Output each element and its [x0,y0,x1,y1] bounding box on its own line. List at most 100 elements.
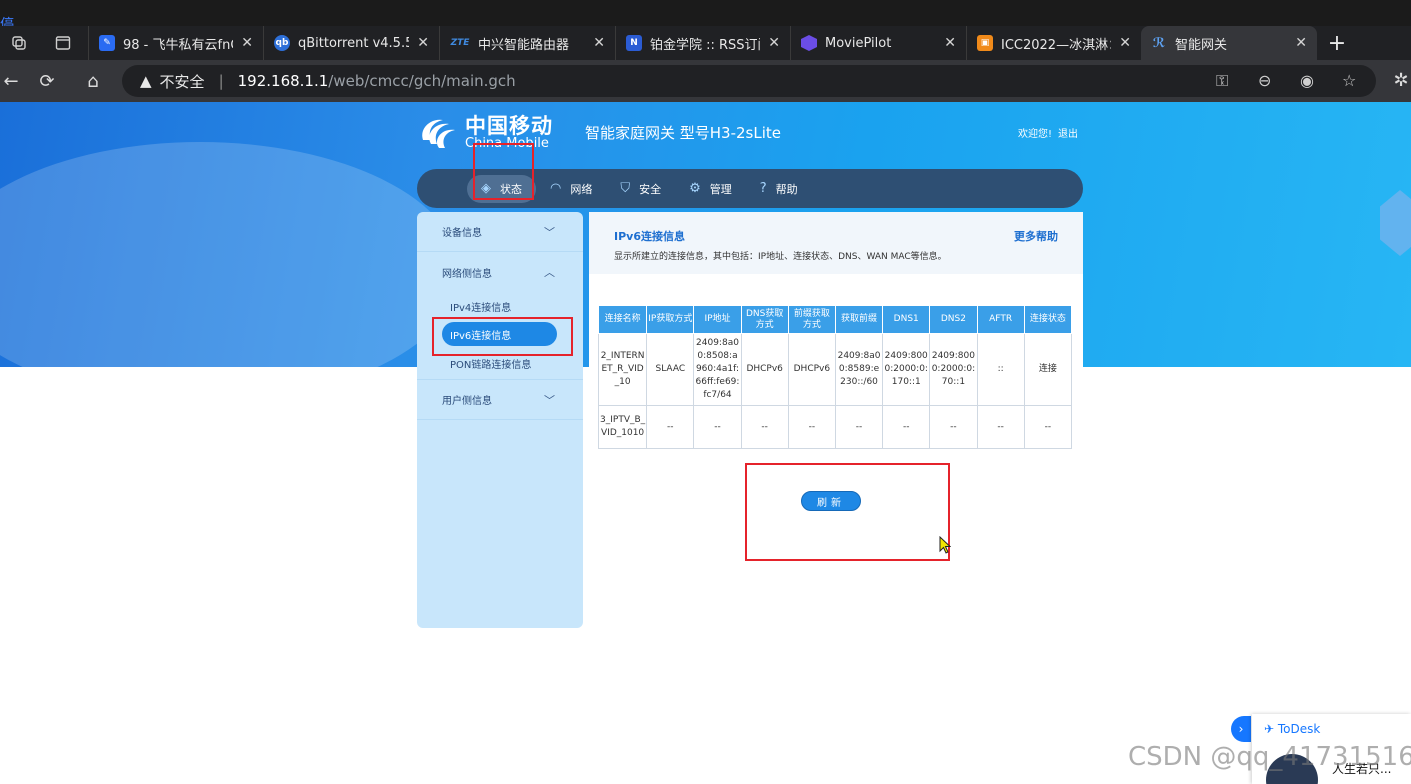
table-cell: 2409:8000:2000:0:70::1 [929,333,978,406]
sidebar: 设备信息 ﹀ 网络侧信息 ︿ IPv4连接信息 IPv6连接信息 PON链路连接… [417,212,583,628]
watermark: CSDN @qq_41731516 [1128,742,1411,772]
browser-tab[interactable]: ▣ ICC2022—冰淇淋： ✕ [966,26,1141,60]
chevron-down-icon: ﹀ [544,394,555,407]
url-path: /web/cmcc/gch/main.gch [328,72,516,90]
browser-tab-active[interactable]: ℛ 智能网关 ✕ [1141,26,1317,60]
close-icon[interactable]: ✕ [241,35,253,51]
browser-tab[interactable]: MoviePilot ✕ [790,26,966,60]
table-cell: -- [646,405,695,449]
table-cell: DHCPv6 [740,333,789,406]
table-cell: DHCPv6 [787,333,836,406]
column-header: DNS获取方式 [740,305,789,334]
nav-security[interactable]: ⛉ 安全 [606,169,675,208]
chevron-right-icon[interactable]: › [1231,716,1251,742]
table-header-row: 连接名称 IP获取方式 IP地址 DNS获取方式 前缀获取方式 获取前缀 DNS… [597,305,1073,334]
table-row: 3_IPTV_B_VID_1010 -- -- -- -- -- -- -- -… [597,405,1073,449]
close-icon[interactable]: ✕ [768,35,780,51]
zte-icon: ZTE [450,35,470,51]
zoom-icon[interactable]: ⊖ [1258,71,1271,90]
table-cell: -- [834,405,884,449]
key-icon[interactable]: ⚿ [1216,71,1228,91]
sidebar-group-user-info[interactable]: 用户侧信息 ﹀ [417,380,583,420]
close-icon[interactable]: ✕ [593,35,605,51]
gear-icon: ⚙ [689,181,701,196]
browser-tab[interactable]: N 铂金学院 :: RSS订阅 ✕ [615,26,790,60]
reload-icon[interactable]: ⟳ [24,71,70,92]
column-header: 连接名称 [597,305,648,334]
mp-icon [801,35,817,51]
close-icon[interactable]: ✕ [944,35,956,51]
chevron-down-icon: ﹀ [544,226,555,239]
sidebar-group-label: 用户侧信息 [442,396,492,407]
table-row: 2_INTERNET_R_VID_10 SLAAC 2409:8a00:8508… [597,333,1073,406]
logout-link[interactable]: 退出 [1058,129,1078,140]
n-icon: N [626,35,642,51]
ipv6-connection-table: 连接名称 IP获取方式 IP地址 DNS获取方式 前缀获取方式 获取前缀 DNS… [597,305,1073,449]
warning-icon: ▲ [140,72,152,90]
url-host: 192.168.1.1 [237,72,329,90]
favorite-star-icon[interactable]: ☆ [1342,71,1356,90]
content-description: 显示所建立的连接信息，其中包括：IP地址、连接状态、DNS、WAN MAC等信息… [614,252,947,262]
table-cell: 2_INTERNET_R_VID_10 [597,333,648,406]
sidebar-group-label: 设备信息 [442,228,482,239]
close-icon[interactable]: ✕ [417,35,429,51]
tab-title: ICC2022—冰淇淋： [1001,37,1112,53]
new-tab-button[interactable]: + [1317,26,1357,60]
table-cell: -- [929,405,978,449]
more-help-link[interactable]: 更多帮助 [1014,228,1058,244]
browser-tab[interactable]: ZTE 中兴智能路由器 ✕ [439,26,615,60]
url-input[interactable]: ▲ 不安全 | 192.168.1.1 /web/cmcc/gch/main.g… [122,65,1376,97]
edge-icon[interactable]: ◉ [1300,71,1314,90]
table-cell: :: [976,333,1025,406]
todesk-brand-text: ToDesk [1277,722,1321,736]
pen-doc-icon: ✎ [99,35,115,51]
column-header: DNS1 [882,305,931,334]
address-bar: ← ⟳ ⌂ ▲ 不安全 | 192.168.1.1 /web/cmcc/gch/… [0,60,1411,102]
nav-management[interactable]: ⚙ 管理 [675,169,746,208]
table-cell: SLAAC [646,333,695,406]
close-icon[interactable]: ✕ [1295,35,1307,51]
table-cell: -- [740,405,789,449]
chevron-up-icon: ︿ [544,266,555,279]
column-header: IP获取方式 [646,305,695,334]
back-icon[interactable]: ← [0,71,22,92]
extensions-icon[interactable]: ✲ [1390,70,1411,91]
tab-bar: ✎ 98 - 飞牛私有云fnOS ✕ qb qBittorrent v4.5.5… [0,26,1411,60]
browser-tab[interactable]: qb qBittorrent v4.5.5 W ✕ [263,26,439,60]
tab-title: 98 - 飞牛私有云fnOS [123,37,233,53]
column-header: 连接状态 [1023,305,1073,334]
nav-label: 帮助 [775,182,798,196]
home-icon[interactable]: ⌂ [70,71,116,92]
close-icon[interactable]: ✕ [1119,35,1131,51]
top-strip: 停 [0,0,1411,32]
browser-tab[interactable]: ✎ 98 - 飞牛私有云fnOS ✕ [88,26,263,60]
sidebar-group-label: 网络侧信息 [442,268,492,280]
tab-title: 智能网关 [1175,37,1228,53]
column-header: AFTR [976,305,1025,334]
security-label: 不安全 [159,72,205,91]
todesk-brand: ✈ ToDesk [1264,722,1320,736]
nav-help[interactable]: ? 帮助 [746,169,812,208]
table-cell: -- [882,405,931,449]
tab-title: 铂金学院 :: RSS订阅 [650,37,761,53]
nav-network[interactable]: ◠ 网络 [536,169,606,208]
logo-text-cn: 中国移动 [465,114,553,138]
sidebar-item-ipv4[interactable]: IPv4连接信息 [417,292,583,320]
column-header: IP地址 [693,305,742,334]
china-mobile-logo-icon [422,119,455,148]
sidebar-group-device-info[interactable]: 设备信息 ﹀ [417,212,583,252]
highlight-box-status-nav [473,143,534,200]
shield-icon: ⛉ [620,181,631,196]
highlight-box-refresh [745,463,950,561]
qb-icon: qb [274,35,290,51]
welcome-area: 欢迎您! 退出 [1018,125,1084,140]
url-separator: | [218,72,224,90]
table-cell: -- [787,405,836,449]
workspaces-icon[interactable] [0,26,38,60]
sidebar-group-network-info[interactable]: 网络侧信息 ︿ [417,252,583,292]
tab-actions-icon[interactable] [38,26,88,60]
highlight-box-ipv6-item [432,317,573,356]
table-cell: 2409:8a00:8589:e230::/60 [834,333,884,406]
content-panel: IPv6连接信息 更多帮助 显示所建立的连接信息，其中包括：IP地址、连接状态、… [589,212,1083,628]
table-cell: 连接 [1023,333,1073,406]
